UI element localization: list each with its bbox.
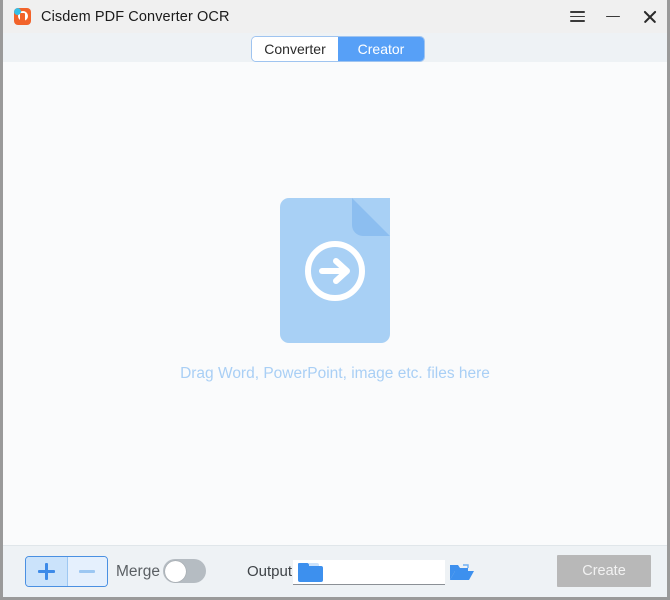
merge-label: Merge xyxy=(116,562,160,580)
remove-file-button[interactable] xyxy=(66,557,107,586)
add-remove-group xyxy=(25,556,108,587)
window-title: Cisdem PDF Converter OCR xyxy=(41,8,230,25)
create-button[interactable]: Create xyxy=(557,555,651,587)
bottom-toolbar: Merge Output Create xyxy=(3,545,667,597)
merge-toggle[interactable] xyxy=(163,559,206,583)
close-icon[interactable] xyxy=(631,0,667,33)
output-path-input[interactable] xyxy=(293,560,445,585)
document-with-arrow-icon xyxy=(279,198,390,343)
folder-icon xyxy=(298,562,323,582)
window-controls xyxy=(559,0,667,33)
drop-zone[interactable]: Drag Word, PowerPoint, image etc. files … xyxy=(3,62,667,545)
merge-toggle-knob xyxy=(164,560,186,582)
minus-icon xyxy=(79,570,96,573)
app-icon-accent-dot xyxy=(14,8,21,15)
drop-zone-text: Drag Word, PowerPoint, image etc. files … xyxy=(180,365,490,382)
hamburger-menu-icon[interactable] xyxy=(559,0,595,33)
open-folder-icon[interactable] xyxy=(449,560,475,584)
minimize-icon[interactable] xyxy=(595,0,631,33)
arrow-right-circle-icon xyxy=(304,240,365,301)
mode-tabs: Converter Creator xyxy=(251,36,425,62)
add-file-button[interactable] xyxy=(26,557,67,586)
plus-icon xyxy=(37,563,55,580)
tab-converter[interactable]: Converter xyxy=(252,37,338,61)
cisdem-app-icon xyxy=(14,8,31,25)
title-bar: Cisdem PDF Converter OCR xyxy=(3,0,667,33)
tab-band: Converter Creator xyxy=(3,33,667,62)
output-label: Output xyxy=(247,563,293,580)
drop-zone-content: Drag Word, PowerPoint, image etc. files … xyxy=(180,198,490,383)
app-window: Cisdem PDF Converter OCR Converter Creat… xyxy=(0,0,670,600)
tab-creator[interactable]: Creator xyxy=(338,37,424,61)
